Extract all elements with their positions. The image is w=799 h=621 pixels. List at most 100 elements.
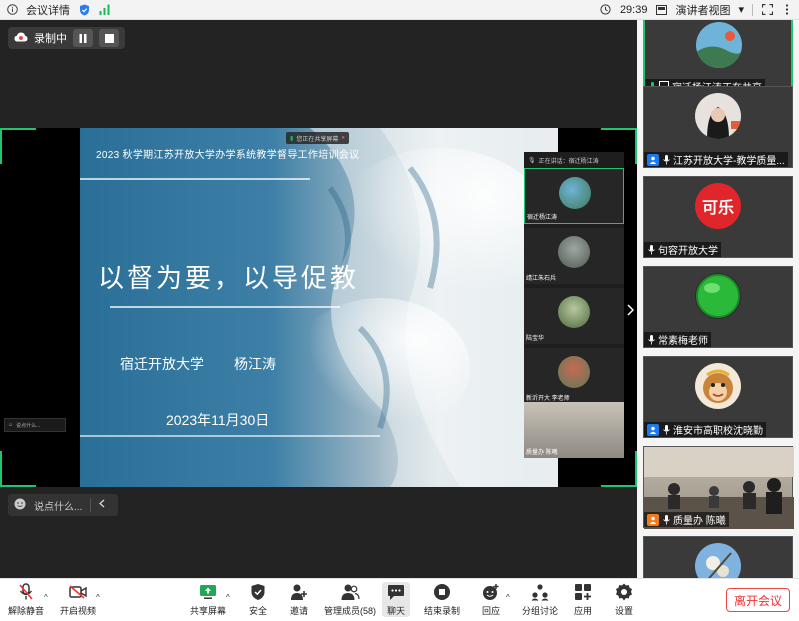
chat-bubble-icon xyxy=(386,582,406,602)
more-vertical-icon[interactable] xyxy=(781,4,793,16)
stop-recording-button[interactable] xyxy=(99,29,119,47)
mic-icon: 🎙 xyxy=(528,157,536,164)
chevron-down-icon[interactable]: ▾ xyxy=(738,3,744,16)
participant-sidebar: 宿迁杨江涛正在共享 江苏开放大学-教学质量... 可乐 句容开放大学 常素梅老师 xyxy=(637,20,799,578)
security-shield-icon[interactable] xyxy=(78,4,90,16)
mic-muted-icon xyxy=(16,582,36,602)
meeting-timer: 29:39 xyxy=(619,3,648,16)
participant-name-bar: 质量办 陈曦 xyxy=(644,512,729,527)
avatar xyxy=(558,356,590,388)
share-screen-icon xyxy=(198,582,218,602)
slide-organization: 宿迁开放大学 xyxy=(120,356,204,372)
mic-icon xyxy=(662,154,670,165)
share-border-corner xyxy=(0,128,36,164)
breakout-icon xyxy=(530,582,550,602)
settings-button[interactable]: 设置 xyxy=(614,582,634,617)
reaction-emoji-icon xyxy=(481,582,501,602)
collapse-chevron-icon[interactable] xyxy=(99,499,105,511)
divider xyxy=(752,3,753,16)
participant-tile[interactable]: 淮安市高职校沈晓勤 xyxy=(643,356,793,438)
video-options-chevron-icon[interactable]: ^ xyxy=(96,593,100,602)
fullscreen-icon[interactable] xyxy=(761,4,773,16)
signal-icon: ▮ xyxy=(290,135,294,142)
unmute-button[interactable]: 解除静音 xyxy=(8,582,44,617)
gear-icon xyxy=(614,582,634,602)
members-icon xyxy=(340,582,360,602)
breakout-rooms-button[interactable]: 分组讨论 xyxy=(522,582,558,617)
avatar xyxy=(558,296,590,328)
mic-icon xyxy=(647,334,655,345)
participant-name-bar: 句容开放大学 xyxy=(644,242,721,257)
share-options-chevron-icon[interactable]: ^ xyxy=(226,593,230,602)
participant-tile[interactable] xyxy=(643,536,793,578)
presentation-slide: ▮ 您正在共享屏幕 ● 2023 秋学期江苏开放大学办学系统教学督导工作培训会议… xyxy=(80,128,558,487)
invite-button[interactable]: 邀请 xyxy=(289,582,309,617)
security-button[interactable]: 安全 xyxy=(248,582,268,617)
mic-icon xyxy=(647,244,655,255)
recording-cloud-icon xyxy=(14,32,28,45)
view-mode-selector[interactable]: 演讲者视图 xyxy=(675,2,730,18)
next-page-arrow-icon[interactable] xyxy=(624,296,637,324)
share-screen-button[interactable]: 共享屏幕 xyxy=(190,582,226,617)
slide-main-title: 以督为要，以导促教 xyxy=(98,264,360,294)
avatar xyxy=(695,273,741,319)
avatar xyxy=(695,363,741,409)
apps-button[interactable]: 应用 xyxy=(573,582,593,617)
divider xyxy=(110,306,340,308)
participant-tile[interactable]: 江苏开放大学-教学质量... xyxy=(643,86,793,168)
mic-icon xyxy=(662,424,670,435)
recording-label: 录制中 xyxy=(34,33,67,45)
participant-tile[interactable]: 宿迁杨江涛正在共享 xyxy=(643,20,793,96)
participant-tile[interactable]: 可乐 句容开放大学 xyxy=(643,176,793,258)
pause-recording-button[interactable] xyxy=(73,29,93,47)
leave-meeting-button[interactable]: 离开会议 xyxy=(726,588,790,612)
slide-date: 2023年11月30日 xyxy=(166,412,270,428)
inner-participant-tile: 宿迁杨江涛 xyxy=(524,168,624,224)
clock-icon xyxy=(600,4,612,16)
avatar xyxy=(696,22,742,68)
top-bar: 会议详情 29:39 演讲者视图 ▾ xyxy=(0,0,799,20)
recording-indicator: 录制中 xyxy=(8,27,125,49)
avatar xyxy=(558,236,590,268)
chat-input[interactable]: 说点什么... xyxy=(8,494,118,516)
divider xyxy=(80,435,380,437)
emoji-icon[interactable] xyxy=(14,498,26,513)
end-recording-button[interactable]: 结束录制 xyxy=(424,582,460,617)
stop-record-icon xyxy=(432,582,452,602)
avatar: 可乐 xyxy=(695,183,741,229)
mic-icon xyxy=(662,514,670,525)
cola-logo: 可乐 xyxy=(701,198,734,217)
manage-members-button[interactable]: 管理成员(58) xyxy=(324,582,376,617)
participant-name-bar: 常素梅老师 xyxy=(644,332,711,347)
reactions-button[interactable]: 回应 xyxy=(481,582,501,617)
add-user-icon xyxy=(289,582,309,602)
share-notice: ▮ 您正在共享屏幕 ● xyxy=(286,132,349,144)
avatar xyxy=(695,93,741,139)
participant-name-bar: 淮安市高职校沈晓勤 xyxy=(644,422,766,437)
slide-presenter: 杨江涛 xyxy=(234,356,276,372)
inner-participant-tile: 陆宝华 xyxy=(524,288,624,344)
stop-share-icon[interactable]: ● xyxy=(341,135,345,141)
inner-participant-tile: 质量办 陈曦 xyxy=(524,402,624,458)
info-icon[interactable] xyxy=(6,4,18,16)
reactions-chevron-icon[interactable]: ^ xyxy=(506,593,510,602)
participant-tile[interactable]: 常素梅老师 xyxy=(643,266,793,348)
chat-button[interactable]: 聊天 xyxy=(382,582,410,617)
avatar xyxy=(559,177,591,209)
grid-view-icon[interactable] xyxy=(655,4,667,16)
camera-off-icon xyxy=(68,582,88,602)
start-video-button[interactable]: 开启视频 xyxy=(60,582,96,617)
apps-grid-icon xyxy=(573,582,593,602)
signal-strength-icon[interactable] xyxy=(98,4,110,16)
inner-participant-tile: 新沂开大 李老师 xyxy=(524,348,624,404)
participant-video-tile[interactable]: 质量办 陈曦 xyxy=(643,446,794,529)
share-border-corner xyxy=(0,451,36,487)
audio-options-chevron-icon[interactable]: ^ xyxy=(44,593,48,602)
speaking-indicator: 🎙 正在讲话：宿迁杨江涛 xyxy=(528,157,599,165)
meeting-details-label[interactable]: 会议详情 xyxy=(26,2,70,18)
main-stage: 录制中 ▮ 您正在共享屏幕 ● 2023 秋学期江苏开放大学办学系统教学督导工作… xyxy=(0,20,637,578)
slide-header: 2023 秋学期江苏开放大学办学系统教学督导工作培训会议 xyxy=(96,150,360,161)
inner-participant-tile: 靖江朱石兵 xyxy=(524,228,624,284)
chat-placeholder: 说点什么... xyxy=(34,501,83,513)
inner-chat-input: ☺ 说点什么... xyxy=(4,418,66,432)
